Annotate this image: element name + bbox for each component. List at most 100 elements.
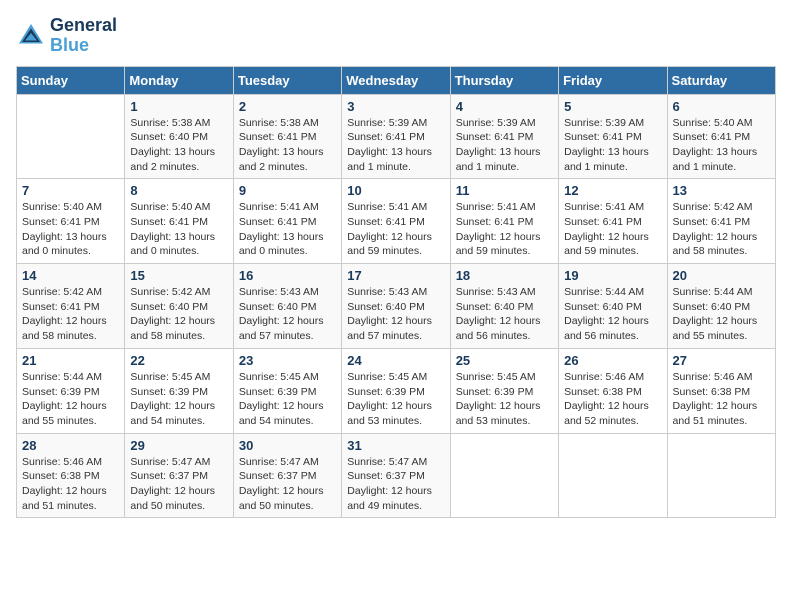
day-number: 13	[673, 183, 770, 198]
day-info: Sunrise: 5:41 AM Sunset: 6:41 PM Dayligh…	[347, 200, 444, 259]
day-info: Sunrise: 5:39 AM Sunset: 6:41 PM Dayligh…	[456, 116, 553, 175]
calendar-cell: 21 Sunrise: 5:44 AM Sunset: 6:39 PM Dayli…	[17, 348, 125, 433]
calendar-cell: 15 Sunrise: 5:42 AM Sunset: 6:40 PM Dayli…	[125, 264, 233, 349]
day-info: Sunrise: 5:47 AM Sunset: 6:37 PM Dayligh…	[239, 455, 336, 514]
day-number: 10	[347, 183, 444, 198]
day-number: 29	[130, 438, 227, 453]
calendar-cell: 30 Sunrise: 5:47 AM Sunset: 6:37 PM Dayli…	[233, 433, 341, 518]
day-info: Sunrise: 5:45 AM Sunset: 6:39 PM Dayligh…	[347, 370, 444, 429]
calendar-cell: 14 Sunrise: 5:42 AM Sunset: 6:41 PM Dayli…	[17, 264, 125, 349]
day-number: 16	[239, 268, 336, 283]
calendar-week-5: 28 Sunrise: 5:46 AM Sunset: 6:38 PM Dayli…	[17, 433, 776, 518]
day-info: Sunrise: 5:38 AM Sunset: 6:41 PM Dayligh…	[239, 116, 336, 175]
day-number: 7	[22, 183, 119, 198]
calendar-cell: 22 Sunrise: 5:45 AM Sunset: 6:39 PM Dayli…	[125, 348, 233, 433]
calendar-cell: 11 Sunrise: 5:41 AM Sunset: 6:41 PM Dayli…	[450, 179, 558, 264]
calendar-cell: 24 Sunrise: 5:45 AM Sunset: 6:39 PM Dayli…	[342, 348, 450, 433]
day-number: 1	[130, 99, 227, 114]
day-info: Sunrise: 5:47 AM Sunset: 6:37 PM Dayligh…	[347, 455, 444, 514]
day-info: Sunrise: 5:39 AM Sunset: 6:41 PM Dayligh…	[347, 116, 444, 175]
calendar-cell: 2 Sunrise: 5:38 AM Sunset: 6:41 PM Daylig…	[233, 94, 341, 179]
calendar-cell: 19Sunrise: 5:44 AM Sunset: 6:40 PM Dayli…	[559, 264, 667, 349]
weekday-header-friday: Friday	[559, 66, 667, 94]
calendar-cell	[17, 94, 125, 179]
day-info: Sunrise: 5:46 AM Sunset: 6:38 PM Dayligh…	[22, 455, 119, 514]
day-number: 6	[673, 99, 770, 114]
calendar-cell: 27 Sunrise: 5:46 AM Sunset: 6:38 PM Dayli…	[667, 348, 775, 433]
day-info: Sunrise: 5:42 AM Sunset: 6:40 PM Dayligh…	[130, 285, 227, 344]
calendar-week-1: 1 Sunrise: 5:38 AM Sunset: 6:40 PM Daylig…	[17, 94, 776, 179]
day-info: Sunrise: 5:42 AM Sunset: 6:41 PM Dayligh…	[22, 285, 119, 344]
calendar-body: 1 Sunrise: 5:38 AM Sunset: 6:40 PM Daylig…	[17, 94, 776, 518]
day-number: 11	[456, 183, 553, 198]
weekday-header-row: SundayMondayTuesdayWednesdayThursdayFrid…	[17, 66, 776, 94]
day-info: Sunrise: 5:46 AM Sunset: 6:38 PM Dayligh…	[673, 370, 770, 429]
calendar-cell: 28 Sunrise: 5:46 AM Sunset: 6:38 PM Dayli…	[17, 433, 125, 518]
day-info: Sunrise: 5:45 AM Sunset: 6:39 PM Dayligh…	[130, 370, 227, 429]
day-number: 20	[673, 268, 770, 283]
day-info: Sunrise: 5:41 AM Sunset: 6:41 PM Dayligh…	[456, 200, 553, 259]
day-number: 17	[347, 268, 444, 283]
logo-text: GeneralBlue	[50, 16, 117, 56]
calendar-cell: 31 Sunrise: 5:47 AM Sunset: 6:37 PM Dayli…	[342, 433, 450, 518]
calendar-cell: 6 Sunrise: 5:40 AM Sunset: 6:41 PM Daylig…	[667, 94, 775, 179]
day-info: Sunrise: 5:40 AM Sunset: 6:41 PM Dayligh…	[673, 116, 770, 175]
day-info: Sunrise: 5:40 AM Sunset: 6:41 PM Dayligh…	[22, 200, 119, 259]
calendar-cell: 9 Sunrise: 5:41 AM Sunset: 6:41 PM Daylig…	[233, 179, 341, 264]
day-info: Sunrise: 5:39 AM Sunset: 6:41 PM Dayligh…	[564, 116, 661, 175]
calendar-cell: 1 Sunrise: 5:38 AM Sunset: 6:40 PM Daylig…	[125, 94, 233, 179]
calendar-cell: 20 Sunrise: 5:44 AM Sunset: 6:40 PM Dayli…	[667, 264, 775, 349]
day-info: Sunrise: 5:42 AM Sunset: 6:41 PM Dayligh…	[673, 200, 770, 259]
calendar-cell	[559, 433, 667, 518]
day-number: 3	[347, 99, 444, 114]
day-info: Sunrise: 5:43 AM Sunset: 6:40 PM Dayligh…	[239, 285, 336, 344]
day-number: 27	[673, 353, 770, 368]
day-info: Sunrise: 5:46 AM Sunset: 6:38 PM Dayligh…	[564, 370, 661, 429]
day-info: Sunrise: 5:41 AM Sunset: 6:41 PM Dayligh…	[239, 200, 336, 259]
day-info: Sunrise: 5:44 AM Sunset: 6:39 PM Dayligh…	[22, 370, 119, 429]
day-number: 22	[130, 353, 227, 368]
day-number: 23	[239, 353, 336, 368]
day-number: 24	[347, 353, 444, 368]
calendar-week-2: 7 Sunrise: 5:40 AM Sunset: 6:41 PM Daylig…	[17, 179, 776, 264]
day-number: 12	[564, 183, 661, 198]
day-number: 14	[22, 268, 119, 283]
day-info: Sunrise: 5:47 AM Sunset: 6:37 PM Dayligh…	[130, 455, 227, 514]
day-number: 4	[456, 99, 553, 114]
calendar-cell: 26Sunrise: 5:46 AM Sunset: 6:38 PM Dayli…	[559, 348, 667, 433]
calendar-week-3: 14 Sunrise: 5:42 AM Sunset: 6:41 PM Dayli…	[17, 264, 776, 349]
calendar-cell: 16 Sunrise: 5:43 AM Sunset: 6:40 PM Dayli…	[233, 264, 341, 349]
weekday-header-tuesday: Tuesday	[233, 66, 341, 94]
day-number: 21	[22, 353, 119, 368]
calendar-cell: 8Sunrise: 5:40 AM Sunset: 6:41 PM Daylig…	[125, 179, 233, 264]
day-info: Sunrise: 5:44 AM Sunset: 6:40 PM Dayligh…	[673, 285, 770, 344]
weekday-header-saturday: Saturday	[667, 66, 775, 94]
calendar-cell: 18 Sunrise: 5:43 AM Sunset: 6:40 PM Dayli…	[450, 264, 558, 349]
day-number: 9	[239, 183, 336, 198]
day-number: 2	[239, 99, 336, 114]
day-number: 31	[347, 438, 444, 453]
calendar-cell: 10 Sunrise: 5:41 AM Sunset: 6:41 PM Dayli…	[342, 179, 450, 264]
day-info: Sunrise: 5:38 AM Sunset: 6:40 PM Dayligh…	[130, 116, 227, 175]
calendar-cell: 3 Sunrise: 5:39 AM Sunset: 6:41 PM Daylig…	[342, 94, 450, 179]
logo-icon	[16, 21, 46, 51]
calendar-cell: 13 Sunrise: 5:42 AM Sunset: 6:41 PM Dayli…	[667, 179, 775, 264]
calendar-cell	[450, 433, 558, 518]
page-header: GeneralBlue	[16, 16, 776, 56]
weekday-header-monday: Monday	[125, 66, 233, 94]
day-number: 18	[456, 268, 553, 283]
weekday-header-thursday: Thursday	[450, 66, 558, 94]
day-info: Sunrise: 5:43 AM Sunset: 6:40 PM Dayligh…	[456, 285, 553, 344]
weekday-header-sunday: Sunday	[17, 66, 125, 94]
weekday-header-wednesday: Wednesday	[342, 66, 450, 94]
day-info: Sunrise: 5:44 AM Sunset: 6:40 PM Dayligh…	[564, 285, 661, 344]
calendar-cell	[667, 433, 775, 518]
logo: GeneralBlue	[16, 16, 117, 56]
calendar-cell: 23Sunrise: 5:45 AM Sunset: 6:39 PM Dayli…	[233, 348, 341, 433]
day-number: 28	[22, 438, 119, 453]
day-number: 15	[130, 268, 227, 283]
day-number: 30	[239, 438, 336, 453]
day-number: 5	[564, 99, 661, 114]
calendar-cell: 12Sunrise: 5:41 AM Sunset: 6:41 PM Dayli…	[559, 179, 667, 264]
calendar-cell: 4 Sunrise: 5:39 AM Sunset: 6:41 PM Daylig…	[450, 94, 558, 179]
